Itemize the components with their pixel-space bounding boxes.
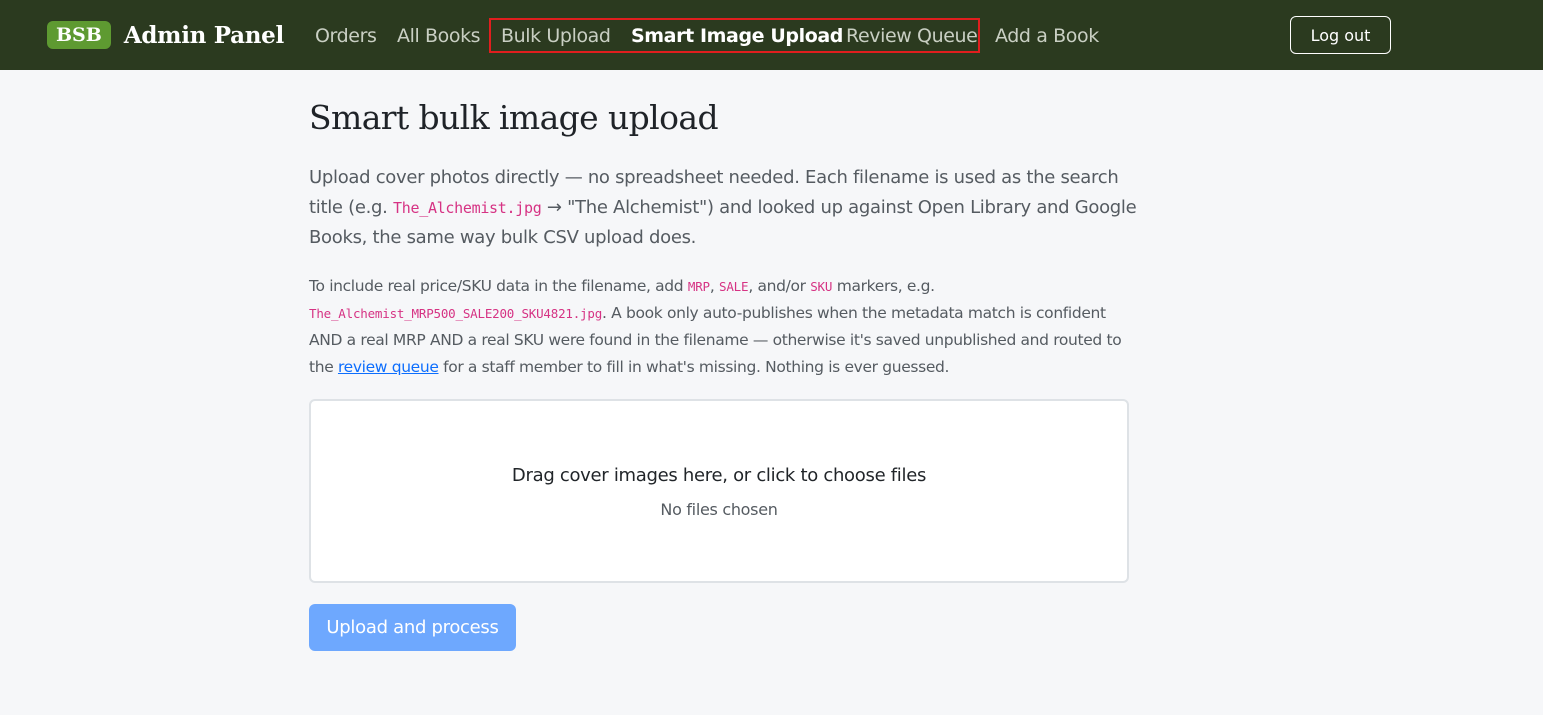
nav-link-all-books[interactable]: All Books <box>397 24 481 48</box>
marker-sale: SALE <box>719 279 749 294</box>
page-title: Smart bulk image upload <box>309 98 719 137</box>
nav-link-add-a-book[interactable]: Add a Book <box>995 24 1099 48</box>
example-filename: The_Alchemist.jpg <box>393 199 542 217</box>
upload-and-process-button[interactable]: Upload and process <box>309 604 516 651</box>
brand-badge: BSB <box>47 21 111 49</box>
help-separator: , <box>709 277 720 295</box>
help-separator: , and/or <box>748 277 811 295</box>
example-marker-filename: The_Alchemist_MRP500_SALE200_SKU4821.jpg <box>309 306 603 321</box>
brand[interactable]: BSB Admin Panel <box>47 21 284 49</box>
logout-button[interactable]: Log out <box>1290 16 1391 54</box>
top-navbar: BSB Admin Panel Orders All Books Bulk Up… <box>0 0 1543 70</box>
dropzone-prompt: Drag cover images here, or click to choo… <box>511 465 927 486</box>
marker-mrp: MRP <box>687 279 710 294</box>
filename-markers-help: To include real price/SKU data in the fi… <box>309 273 1139 381</box>
marker-sku: SKU <box>810 279 833 294</box>
brand-title: Admin Panel <box>123 21 284 49</box>
review-queue-link[interactable]: review queue <box>338 358 439 376</box>
nav-link-orders[interactable]: Orders <box>315 24 377 48</box>
help-text: To include real price/SKU data in the fi… <box>309 277 688 295</box>
intro-paragraph: Upload cover photos directly — no spread… <box>309 163 1139 253</box>
nav-highlight-box <box>489 18 980 53</box>
file-dropzone[interactable]: Drag cover images here, or click to choo… <box>309 399 1129 583</box>
help-text: for a staff member to fill in what's mis… <box>438 358 950 376</box>
help-text: markers, e.g. <box>832 277 935 295</box>
dropzone-file-status: No files chosen <box>660 500 778 519</box>
